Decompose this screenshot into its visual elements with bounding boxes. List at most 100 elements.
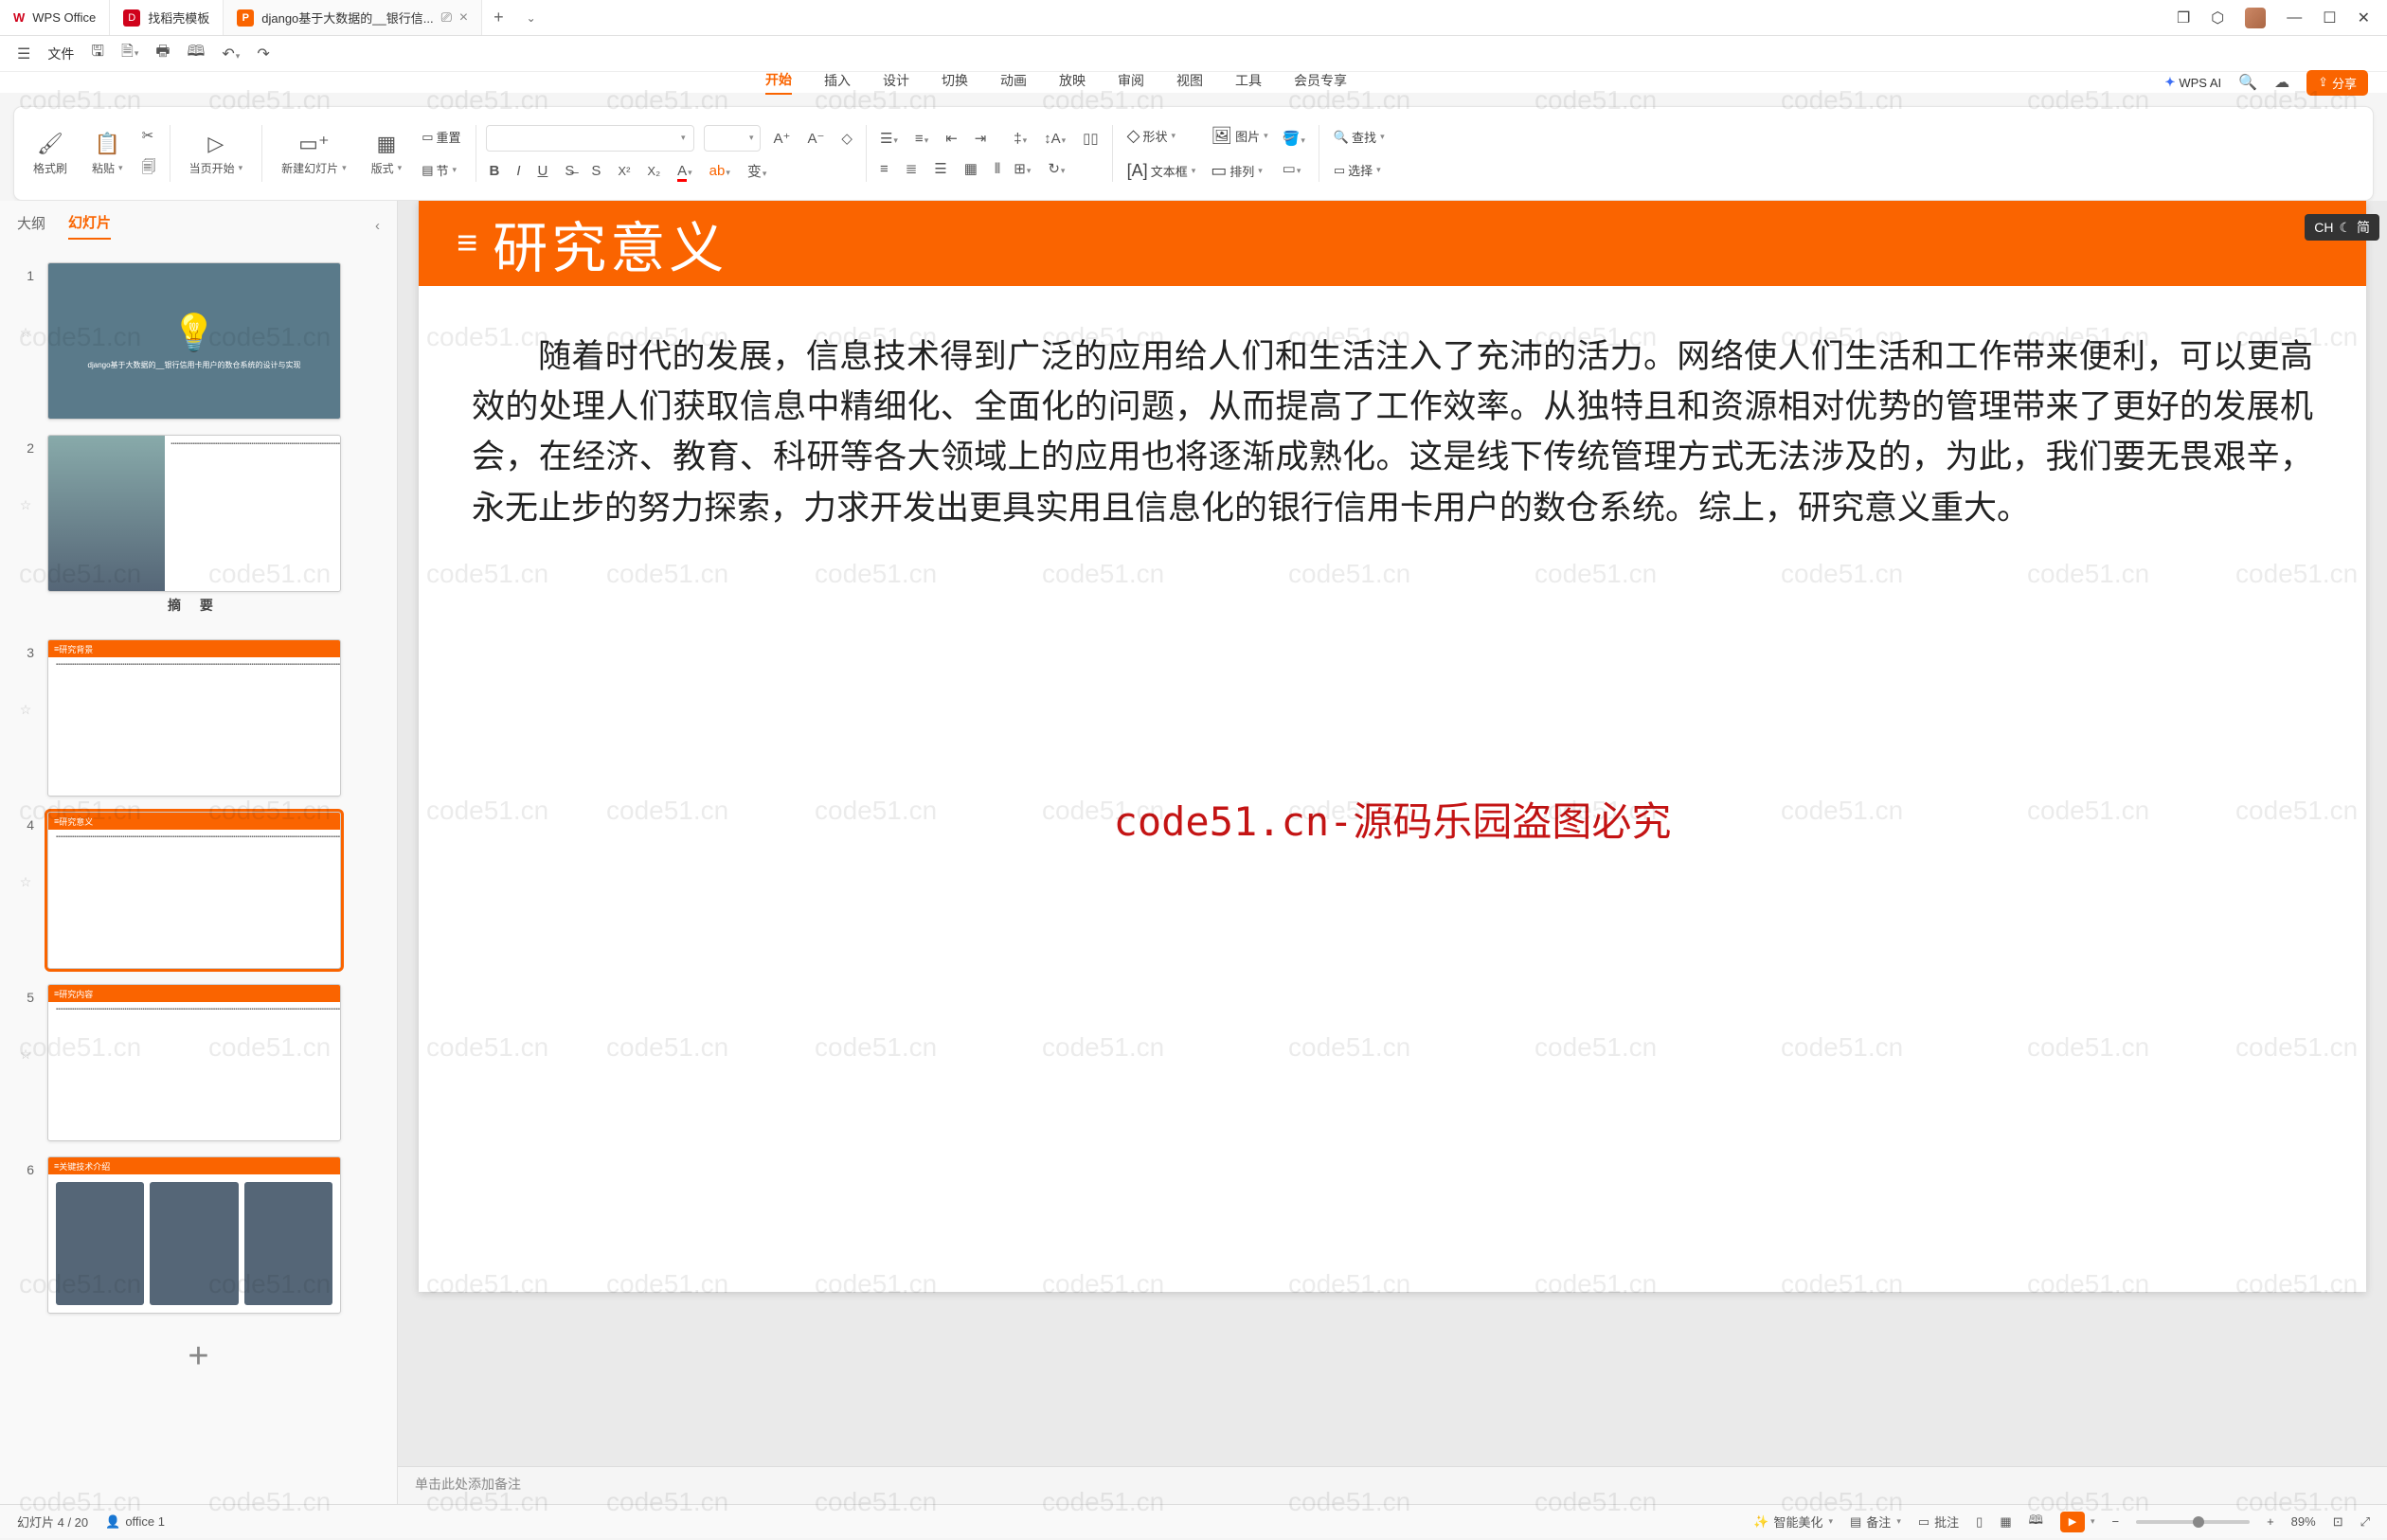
text-direction-icon[interactable]: ↕A▾ [1040,129,1069,149]
star-icon[interactable]: ☆ [17,1009,34,1063]
print-preview-icon[interactable]: 🕮 [188,41,206,66]
new-slide-group[interactable]: ▭⁺ 新建幻灯片▾ [272,132,356,176]
ribbon-tab-transition[interactable]: 切换 [942,71,968,94]
align-left-icon[interactable]: ≡ [876,159,892,179]
cube-icon[interactable]: ⬡ [2211,9,2224,27]
share-button[interactable]: ⇪ 分享 [2306,70,2368,96]
ribbon-tab-review[interactable]: 审阅 [1118,71,1144,94]
format-brush-group[interactable]: 🖌 格式刷 [24,132,77,176]
distribute-icon[interactable]: ⫴ [991,159,1004,179]
zoom-out-button[interactable]: − [2111,1514,2119,1529]
tab-document[interactable]: P django基于大数据的__银行信... ⎚ × [224,0,482,35]
clear-format-icon[interactable]: ◇ [837,128,856,149]
print-icon[interactable]: 🖶 [155,41,170,66]
zoom-in-button[interactable]: + [2267,1514,2274,1529]
tab-templates[interactable]: D 找稻壳模板 [110,0,224,35]
rotate-icon[interactable]: ↻▾ [1044,158,1068,179]
wps-ai-button[interactable]: ✦WPS AI [2164,75,2221,90]
notes-toggle[interactable]: ▤备注▾ [1850,1513,1901,1531]
columns-icon[interactable]: ▯▯ [1079,128,1103,149]
author-info[interactable]: 👤office 1 [105,1514,165,1530]
picture-button[interactable]: 🖼 图片▾ [1206,123,1272,149]
slide-thumb[interactable]: 4☆ ≡ 研究意义▪▪▪▪▪▪▪▪▪▪▪▪▪▪▪▪▪▪▪▪▪▪▪▪▪▪▪▪▪▪▪… [0,804,397,976]
highlight-icon[interactable]: ab▾ [706,161,734,181]
star-icon[interactable]: ☆ [17,459,34,513]
section-button[interactable]: ▤ 节▾ [417,158,461,182]
layout-group[interactable]: ▦ 版式▾ [362,132,412,176]
copy-icon[interactable]: 🗐 [138,155,160,183]
font-shrink-icon[interactable]: A⁻ [803,128,828,149]
outline-tab[interactable]: 大纲 [17,213,45,239]
font-family-select[interactable]: ▾ [486,125,694,152]
view-reading-icon[interactable]: 🕮 [2029,1512,2043,1532]
subscript-icon[interactable]: X₂ [643,162,664,180]
slide-thumb[interactable]: 5☆ ≡ 研究内容▪▪▪▪▪▪▪▪▪▪▪▪▪▪▪▪▪▪▪▪▪▪▪▪▪▪▪▪▪▪▪… [0,976,397,1149]
from-current-group[interactable]: ▷ 当页开始▾ [180,132,253,176]
search-icon[interactable]: 🔍 [2238,73,2257,92]
ribbon-tab-slideshow[interactable]: 放映 [1059,71,1086,94]
star-icon[interactable]: ☆ [17,664,34,718]
beautify-button[interactable]: ✨智能美化▾ [1753,1513,1833,1531]
zoom-value[interactable]: 89% [2291,1514,2316,1529]
bold-icon[interactable]: B [486,161,504,181]
reset-button[interactable]: ▭ 重置 [417,125,465,149]
line-spacing-icon[interactable]: ‡▾ [1010,129,1031,149]
align-right-icon[interactable]: ☰ [930,158,950,179]
align-objects-icon[interactable]: ⊞▾ [1010,158,1034,179]
view-sorter-icon[interactable]: ▦ [2000,1514,2011,1530]
cast-icon[interactable]: ⎚ [441,9,452,26]
bullets-icon[interactable]: ☰▾ [876,128,902,149]
close-tab-icon[interactable]: × [459,9,468,27]
close-window-button[interactable]: ✕ [2358,9,2370,27]
ribbon-tab-member[interactable]: 会员专享 [1294,71,1347,94]
save-icon[interactable]: 🖫 [91,41,104,66]
arrange-button[interactable]: ▭ 排列▾ [1206,158,1267,184]
undo-icon[interactable]: ↶▾ [222,45,240,63]
slide-canvas[interactable]: ≡ 研究意义 随着时代的发展，信息技术得到广泛的应用给人们和生活注入了充沛的活力… [419,201,2366,1292]
zoom-slider[interactable] [2136,1520,2250,1524]
ribbon-tab-start[interactable]: 开始 [765,70,792,95]
slides-tab[interactable]: 幻灯片 [68,212,111,240]
italic-icon[interactable]: I [512,161,524,181]
slide-thumb[interactable]: 1☆ 💡django基于大数据的__银行信用卡用户的数仓系统的设计与实现 [0,255,397,427]
window-copy-icon[interactable]: ❐ [2177,9,2190,27]
shape-button[interactable]: ◇ 形状▾ [1122,123,1180,149]
numbering-icon[interactable]: ≡▾ [911,129,932,149]
find-button[interactable]: 🔍 查找▾ [1329,125,1390,149]
superscript-icon[interactable]: X² [614,162,634,180]
slide-thumb[interactable]: 2☆ ▪▪▪▪▪▪▪▪▪▪▪▪▪▪▪▪▪▪▪▪▪▪▪▪▪▪▪▪▪▪▪▪▪▪▪▪▪… [0,427,397,632]
fit-window-icon[interactable]: ⊡ [2333,1514,2343,1530]
ribbon-tab-insert[interactable]: 插入 [824,71,851,94]
paste-group[interactable]: 📋 粘贴▾ [82,132,133,176]
font-change-button[interactable]: 变▾ [744,159,771,183]
star-icon[interactable]: ☆ [17,836,34,890]
underline-icon[interactable]: U [534,161,552,181]
expand-icon[interactable]: ⤢ [2360,1514,2370,1530]
star-icon[interactable]: ☆ [17,287,34,341]
shadow-icon[interactable]: S [587,161,604,181]
justify-icon[interactable]: ▦ [960,158,981,179]
play-slideshow-button[interactable]: ▶▾ [2060,1512,2095,1532]
ribbon-tab-animation[interactable]: 动画 [1000,71,1027,94]
tab-app[interactable]: W WPS Office [0,0,110,35]
outline-icon[interactable]: ▭▾ [1279,158,1305,179]
textbox-button[interactable]: [A] 文本框▾ [1122,158,1201,184]
font-grow-icon[interactable]: A⁺ [770,128,795,149]
slide-thumb[interactable]: 6 ≡ 关键技术介绍 [0,1149,397,1321]
maximize-button[interactable]: ☐ [2323,9,2336,27]
file-menu[interactable]: 文件 [47,45,74,63]
collapse-panel-icon[interactable]: ‹ [375,218,380,234]
save-as-icon[interactable]: 🗎▾ [121,41,138,66]
cloud-icon[interactable]: ☁ [2274,73,2289,92]
strike-icon[interactable]: S̶ [561,161,578,181]
menu-icon[interactable]: ☰ [17,45,30,63]
fill-icon[interactable]: 🪣▾ [1279,128,1309,149]
redo-icon[interactable]: ↷ [257,45,269,63]
user-avatar[interactable] [2245,8,2266,28]
slide-thumb[interactable]: 3☆ ≡ 研究背景▪▪▪▪▪▪▪▪▪▪▪▪▪▪▪▪▪▪▪▪▪▪▪▪▪▪▪▪▪▪▪… [0,632,397,804]
font-color-icon[interactable]: A▾ [673,161,696,181]
tab-menu-dropdown[interactable]: ⌄ [515,11,547,25]
ribbon-tab-tools[interactable]: 工具 [1235,71,1262,94]
add-slide-button[interactable]: + [188,1336,208,1377]
indent-left-icon[interactable]: ⇤ [942,128,961,149]
